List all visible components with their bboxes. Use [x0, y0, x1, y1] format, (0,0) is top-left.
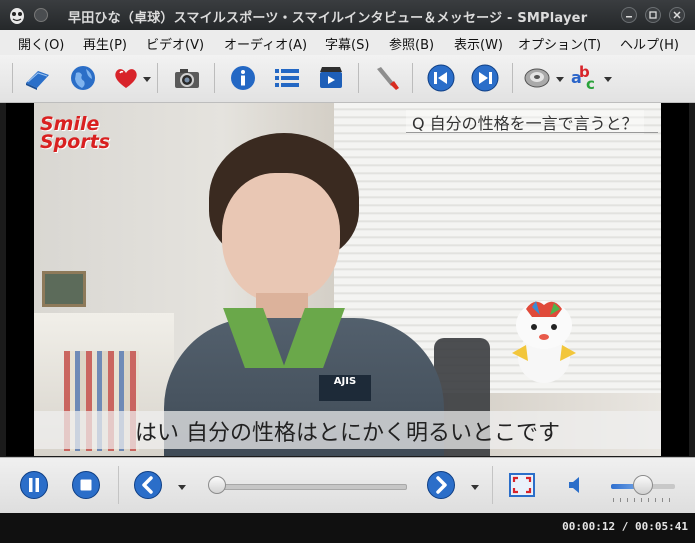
subtitle-text: はい 自分の性格はとにかく明るいとこです: [135, 421, 560, 446]
smile-sports-logo: Smile Sports: [40, 115, 111, 153]
subtitle-track-dropdown-icon[interactable]: [604, 77, 612, 82]
svg-text:c: c: [586, 75, 595, 93]
person-face: [222, 173, 340, 303]
background-photo: [42, 271, 86, 307]
preferences-icon[interactable]: [372, 63, 402, 93]
interview-question: Q 自分の性格を一言で言うと？: [406, 110, 644, 134]
mute-button[interactable]: [561, 470, 591, 500]
mascot-plush: [504, 295, 584, 387]
favorites-icon[interactable]: [111, 63, 141, 93]
question-underline: [406, 132, 658, 133]
menu-view[interactable]: 表示(W): [454, 34, 503, 53]
close-button[interactable]: [669, 7, 685, 23]
audio-track-dropdown-icon[interactable]: [556, 77, 564, 82]
main-toolbar: abc: [0, 55, 695, 103]
smplayer-app-icon[interactable]: [7, 5, 27, 25]
time-display: 00:00:12 / 00:05:41: [562, 520, 688, 533]
window-menu-icon[interactable]: [34, 8, 48, 22]
minimize-button[interactable]: [621, 7, 637, 23]
toolbar-separator: [12, 63, 13, 93]
video-frame: AJIS Smile Sports Q 自分の性格を一言で言うと？ はい 自分の…: [34, 103, 661, 456]
jacket-badge: AJIS: [319, 375, 371, 401]
volume-handle[interactable]: [633, 475, 653, 495]
menu-video[interactable]: ビデオ(V): [146, 34, 204, 53]
seek-bar[interactable]: [210, 484, 407, 490]
title-bar: 早田ひな（卓球）スマイルスポーツ・スマイルインタビュー＆メッセージ - SMPl…: [0, 0, 695, 30]
screenshot-icon[interactable]: [172, 63, 202, 93]
audio-track-icon[interactable]: [522, 63, 552, 93]
window-title: 早田ひな（卓球）スマイルスポーツ・スマイルインタビュー＆メッセージ - SMPl…: [68, 11, 588, 26]
menu-audio[interactable]: オーディオ(A): [224, 34, 307, 53]
previous-icon[interactable]: [426, 63, 456, 93]
rewind-button[interactable]: [133, 470, 163, 500]
toolbar-separator: [358, 63, 359, 93]
toolbar-separator: [157, 63, 158, 93]
logo-line-2: Sports: [40, 131, 111, 153]
seek-handle[interactable]: [207, 476, 226, 494]
stop-button[interactable]: [71, 470, 101, 500]
menu-play[interactable]: 再生(P): [83, 34, 127, 53]
menu-browse[interactable]: 参照(B): [389, 34, 434, 53]
menu-open[interactable]: 開く(O): [18, 34, 64, 53]
open-url-icon[interactable]: [68, 63, 98, 93]
playlist-icon[interactable]: [272, 63, 302, 93]
video-display[interactable]: AJIS Smile Sports Q 自分の性格を一言で言うと？ はい 自分の…: [6, 103, 689, 456]
toolbar-separator: [214, 63, 215, 93]
status-bar: 00:00:12 / 00:05:41: [0, 513, 695, 543]
maximize-button[interactable]: [645, 7, 661, 23]
forward-dropdown-icon[interactable]: [471, 485, 479, 490]
control-bar: [0, 457, 695, 513]
pause-button[interactable]: [19, 470, 49, 500]
volume-ticks: [613, 498, 675, 502]
control-separator: [118, 466, 119, 504]
menu-help[interactable]: ヘルプ(H): [620, 34, 679, 53]
toolbar-separator: [412, 63, 413, 93]
fullscreen-button[interactable]: [507, 470, 537, 500]
favorites-dropdown-icon[interactable]: [143, 77, 151, 82]
menu-options[interactable]: オプション(T): [518, 34, 601, 53]
menu-subtitles[interactable]: 字幕(S): [325, 34, 369, 53]
control-separator: [492, 466, 493, 504]
open-file-icon[interactable]: [22, 63, 52, 93]
subtitle-track-icon[interactable]: abc: [570, 63, 600, 93]
next-icon[interactable]: [470, 63, 500, 93]
video-effects-icon[interactable]: [316, 63, 346, 93]
rewind-dropdown-icon[interactable]: [178, 485, 186, 490]
toolbar-separator: [512, 63, 513, 93]
menu-bar: 開く(O) 再生(P) ビデオ(V) オーディオ(A) 字幕(S) 参照(B) …: [0, 30, 695, 56]
info-icon[interactable]: [228, 63, 258, 93]
forward-button[interactable]: [426, 470, 456, 500]
